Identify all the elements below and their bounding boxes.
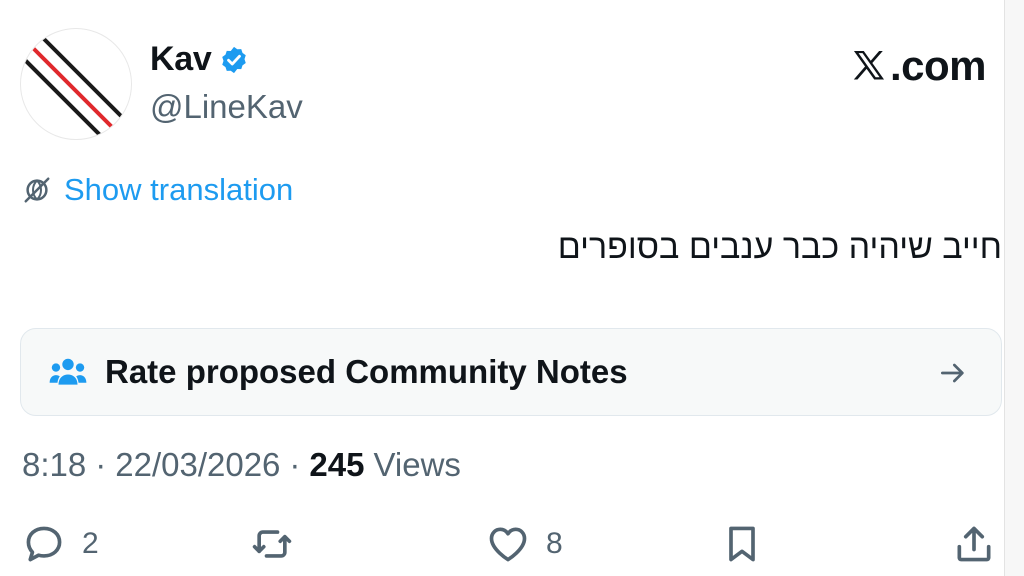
bookmark-icon <box>729 526 755 562</box>
scroll-edge <box>1004 0 1024 576</box>
retweet-button[interactable] <box>250 522 294 566</box>
reply-count: 2 <box>82 527 99 560</box>
meta-separator: · <box>95 446 107 483</box>
like-count: 8 <box>546 527 563 560</box>
speech-bubble-icon <box>26 526 62 562</box>
reply-button[interactable]: 2 <box>22 522 99 566</box>
verified-badge-icon <box>219 45 249 75</box>
rate-community-notes-label: Rate proposed Community Notes <box>105 353 628 390</box>
tweet-date[interactable]: 22/03/2026 <box>115 446 280 484</box>
avatar-stripes-icon <box>21 29 131 139</box>
author-name[interactable]: Kav <box>150 40 212 79</box>
tweet-text: חייב שיהיה כבר ענבים בסופרים <box>557 228 1002 266</box>
people-icon <box>49 356 87 388</box>
share-icon <box>957 526 991 562</box>
show-translation-link[interactable]: Show translation <box>64 172 293 208</box>
x-logo-icon <box>850 47 888 85</box>
site-logo-text: .com <box>889 42 987 89</box>
views-count: 245 <box>309 446 365 483</box>
show-translation-button[interactable]: Show translation <box>22 172 293 208</box>
tweet-time[interactable]: 8:18 <box>22 446 86 484</box>
globe-slash-icon <box>22 175 52 205</box>
avatar[interactable] <box>20 28 132 140</box>
site-logo: .com <box>850 42 987 90</box>
retweet-icon <box>252 530 292 558</box>
like-button[interactable]: 8 <box>486 522 563 566</box>
bookmark-button[interactable] <box>720 522 764 566</box>
rate-community-notes-card[interactable]: Rate proposed Community Notes <box>20 328 1002 416</box>
meta-separator: · <box>289 446 301 483</box>
tweet-meta: 8:18 · 22/03/2026 · 245 Views <box>22 446 461 484</box>
arrow-right-icon <box>937 357 969 389</box>
author-handle[interactable]: @LineKav <box>150 88 303 126</box>
share-button[interactable] <box>952 522 996 566</box>
views-label: Views <box>373 446 461 483</box>
heart-icon <box>489 527 527 562</box>
tweet-view: Kav @LineKav .com Show translation חייב … <box>0 0 1024 576</box>
author-name-row[interactable]: Kav <box>150 40 249 79</box>
